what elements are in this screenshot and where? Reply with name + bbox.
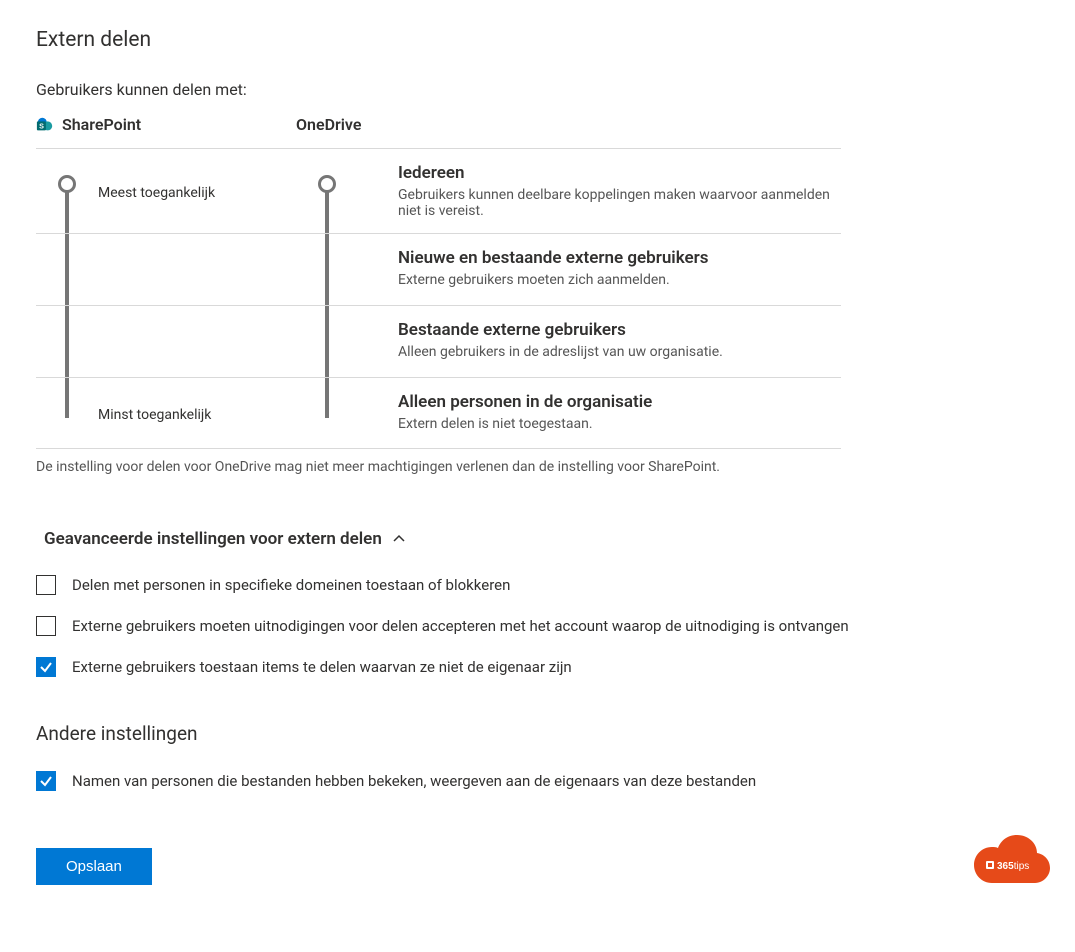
column-header-sharepoint: S SharePoint bbox=[36, 115, 296, 134]
option-desc: Externe gebruikers moeten zich aanmelden… bbox=[398, 272, 841, 288]
checkbox-show-viewers[interactable] bbox=[36, 771, 56, 791]
sharepoint-slider-cell bbox=[36, 149, 98, 233]
table-row: Minst toegankelijk Alleen personen in de… bbox=[36, 377, 841, 449]
option-title: Iedereen bbox=[398, 163, 841, 183]
checkbox-label: Delen met personen in specifieke domeine… bbox=[72, 575, 510, 596]
scale-least-label: Minst toegankelijk bbox=[98, 378, 296, 448]
option-desc: Gebruikers kunnen deelbare koppelingen m… bbox=[398, 187, 841, 219]
column-header-onedrive: OneDrive bbox=[296, 115, 426, 134]
sharing-level-table: Meest toegankelijk Iedereen Gebruikers k… bbox=[36, 148, 841, 449]
checkmark-icon bbox=[39, 774, 53, 788]
table-row: Meest toegankelijk Iedereen Gebruikers k… bbox=[36, 148, 841, 233]
checkbox-reshare-nonowner[interactable] bbox=[36, 657, 56, 677]
other-settings-title: Andere instellingen bbox=[36, 722, 1039, 745]
save-button[interactable]: Opslaan bbox=[36, 848, 152, 885]
table-row: Nieuwe en bestaande externe gebruikers E… bbox=[36, 233, 841, 305]
advanced-header-label: Geavanceerde instellingen voor extern de… bbox=[44, 529, 382, 549]
checkbox-allow-block-domains[interactable] bbox=[36, 575, 56, 595]
sharepoint-slider-handle[interactable] bbox=[58, 175, 76, 193]
option-title: Bestaande externe gebruikers bbox=[398, 320, 841, 340]
onedrive-slider-handle[interactable] bbox=[318, 175, 336, 193]
option-desc: Extern delen is niet toegestaan. bbox=[398, 416, 841, 432]
sharing-footnote: De instelling voor delen voor OneDrive m… bbox=[36, 459, 1039, 475]
onedrive-slider-cell bbox=[296, 149, 358, 233]
page-title: Extern delen bbox=[36, 28, 1039, 52]
option-desc: Alleen gebruikers in de adreslijst van u… bbox=[398, 344, 841, 360]
table-row: Bestaande externe gebruikers Alleen gebr… bbox=[36, 305, 841, 377]
option-title: Alleen personen in de organisatie bbox=[398, 392, 841, 412]
svg-text:365tips: 365tips bbox=[997, 861, 1029, 872]
option-title: Nieuwe en bestaande externe gebruikers bbox=[398, 248, 841, 268]
checkbox-label: Externe gebruikers moeten uitnodigingen … bbox=[72, 616, 849, 637]
share-subtitle: Gebruikers kunnen delen met: bbox=[36, 80, 1039, 99]
checkbox-accept-same-account[interactable] bbox=[36, 616, 56, 636]
watermark-logo: 365tips bbox=[965, 831, 1057, 891]
scale-most-label: Meest toegankelijk bbox=[98, 149, 296, 233]
sharepoint-icon: S bbox=[36, 116, 54, 134]
chevron-up-icon bbox=[392, 532, 406, 546]
checkbox-label: Externe gebruikers toestaan items te del… bbox=[72, 657, 572, 678]
svg-text:S: S bbox=[39, 122, 44, 131]
advanced-accordion-toggle[interactable]: Geavanceerde instellingen voor extern de… bbox=[36, 529, 1039, 549]
checkmark-icon bbox=[39, 660, 53, 674]
checkbox-label: Namen van personen die bestanden hebben … bbox=[72, 771, 756, 792]
